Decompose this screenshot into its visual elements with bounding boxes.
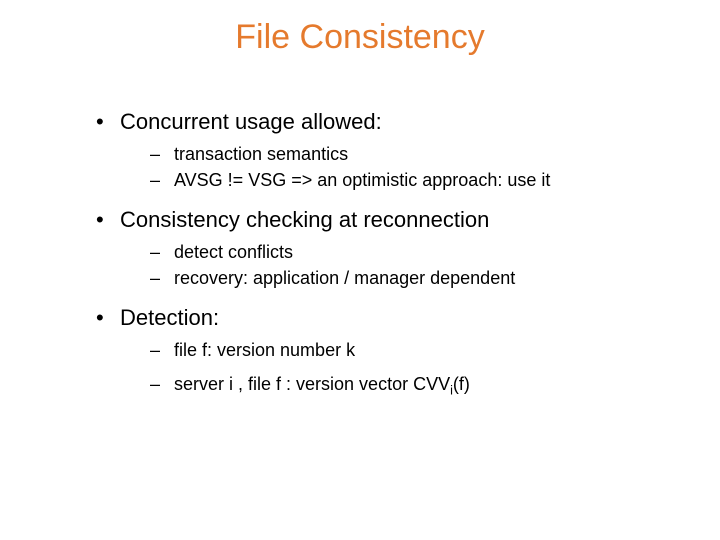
sub-bullet-item: detect conflicts [120, 240, 660, 264]
slide-title: File Consistency [0, 18, 720, 57]
sub-bullet-item: recovery: application / manager dependen… [120, 266, 660, 290]
slide: File Consistency Concurrent usage allowe… [0, 0, 720, 540]
sub-bullet-text: detect conflicts [174, 242, 293, 262]
sub-bullet-text-prefix: server i , file f : version vector CVV [174, 374, 450, 394]
sub-bullet-list: detect conflicts recovery: application /… [120, 240, 660, 291]
sub-bullet-list: file f: version number k server i , file… [120, 338, 660, 397]
bullet-text: Detection: [120, 305, 219, 330]
bullet-item: Concurrent usage allowed: transaction se… [92, 108, 660, 192]
sub-bullet-text: file f: version number k [174, 340, 355, 360]
sub-bullet-item: AVSG != VSG => an optimistic approach: u… [120, 168, 660, 192]
sub-bullet-text: AVSG != VSG => an optimistic approach: u… [174, 170, 550, 190]
slide-body: Concurrent usage allowed: transaction se… [92, 108, 660, 410]
sub-bullet-item: transaction semantics [120, 142, 660, 166]
bullet-item: Detection: file f: version number k serv… [92, 304, 660, 396]
bullet-text: Consistency checking at reconnection [120, 207, 489, 232]
sub-bullet-text: recovery: application / manager dependen… [174, 268, 515, 288]
sub-bullet-item: server i , file f : version vector CVVi(… [120, 372, 660, 396]
bullet-text: Concurrent usage allowed: [120, 109, 382, 134]
sub-bullet-list: transaction semantics AVSG != VSG => an … [120, 142, 660, 193]
sub-bullet-text-suffix: (f) [453, 374, 470, 394]
sub-bullet-item: file f: version number k [120, 338, 660, 362]
sub-bullet-text: transaction semantics [174, 144, 348, 164]
spacer [120, 364, 660, 372]
bullet-list: Concurrent usage allowed: transaction se… [92, 108, 660, 396]
bullet-item: Consistency checking at reconnection det… [92, 206, 660, 290]
